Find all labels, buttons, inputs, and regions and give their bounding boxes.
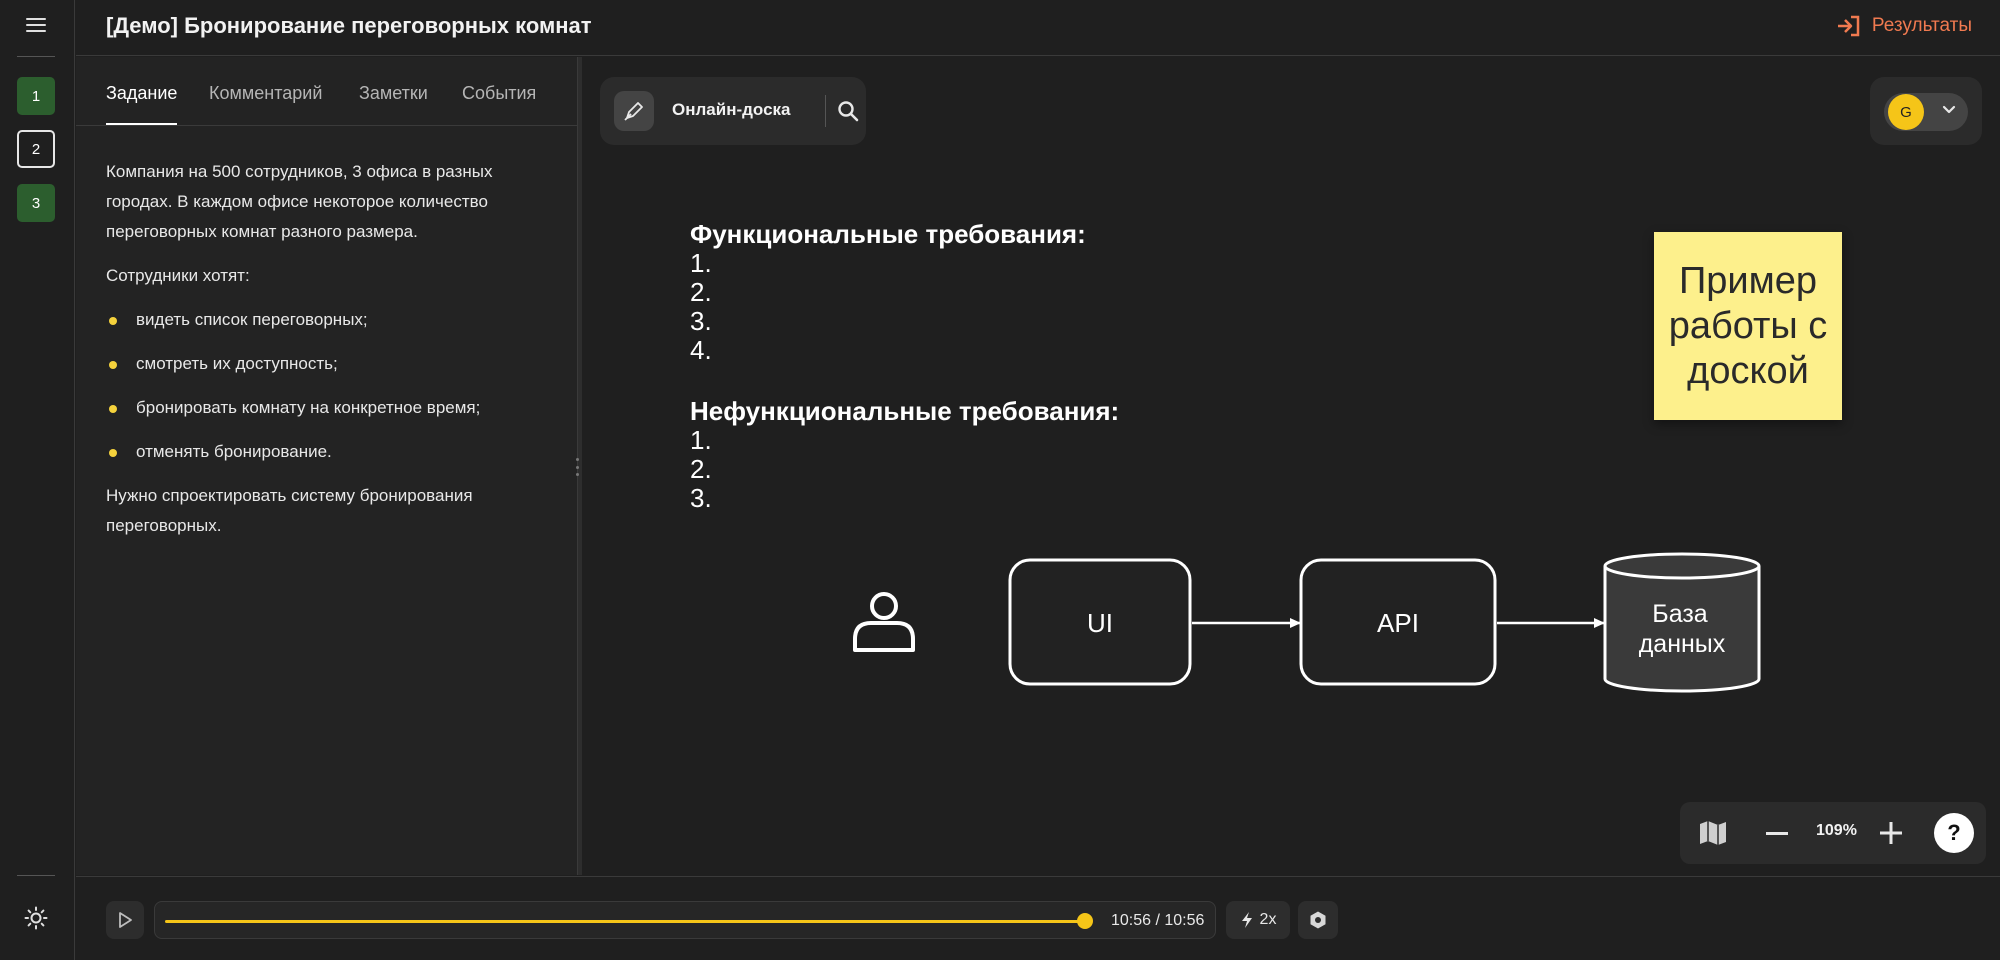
lightning-icon [1241,912,1252,928]
zoom-level: 109% [1816,822,1857,839]
speed-button[interactable]: 2x [1226,901,1290,939]
zoom-out-button[interactable] [1766,832,1788,835]
ui-node[interactable]: UI [1008,558,1192,686]
tab-events[interactable]: События [462,83,536,104]
help-button[interactable]: ? [1934,813,1974,853]
theme-toggle-sun-icon[interactable] [24,906,48,930]
task-wants: Сотрудники хотят: [106,266,250,285]
rail-divider-bottom [17,875,55,876]
tab-comment[interactable]: Комментарий [209,83,322,104]
list-item: бронировать комнату на конкретное время; [106,393,546,423]
whiteboard-canvas[interactable]: Онлайн-доска G Функциональные требования… [582,57,2000,875]
speed-label: 2x [1259,911,1277,928]
step-2[interactable]: 2 [17,130,55,168]
db-label-line2: данных [1639,630,1726,658]
list-item: смотреть их доступность; [106,349,546,379]
play-icon [119,912,132,928]
timeline-slider[interactable]: 10:56 / 10:56 [154,901,1216,939]
user-icon[interactable] [853,592,915,652]
task-outro: Нужно спроектировать систему бронировани… [106,486,473,535]
menu-icon[interactable] [26,18,46,34]
task-panel: Задание Комментарий Заметки События Комп… [76,57,578,875]
step-3[interactable]: 3 [17,184,55,222]
play-button[interactable] [106,901,144,939]
settings-button[interactable] [1298,901,1338,939]
timeline-handle[interactable] [1077,913,1093,929]
time-display: 10:56 / 10:56 [1111,912,1205,929]
tab-notes[interactable]: Заметки [359,83,428,104]
top-bar: [Демо] Бронирование переговорных комнат … [76,0,2000,56]
ui-label: UI [1087,608,1113,638]
db-label-line1: База [1652,600,1707,628]
requirements-list: видеть список переговорных; смотреть их … [106,305,546,467]
exit-arrow-icon [1837,15,1860,37]
tab-bar: Задание Комментарий Заметки События [76,57,578,126]
list-item: отменять бронирование. [106,437,546,467]
step-1[interactable]: 1 [17,77,55,115]
api-label: API [1377,608,1419,638]
hexagon-settings-icon [1310,911,1326,929]
left-rail: 1 2 3 [0,0,75,960]
results-button[interactable]: Результаты [1836,14,1972,38]
resize-handle-icon[interactable] [576,458,580,476]
database-node[interactable]: База данных [1603,552,1761,693]
timeline-progress [165,920,1085,923]
api-node[interactable]: API [1299,558,1497,686]
playback-bar: 10:56 / 10:56 2x [76,876,2000,960]
minimap-icon[interactable] [1698,819,1728,847]
results-label: Результаты [1871,15,1972,36]
architecture-diagram: UI API База данных [853,552,1761,693]
zoom-in-button[interactable] [1880,822,1902,844]
task-intro: Компания на 500 сотрудников, 3 офиса в р… [106,162,493,241]
zoom-controls: 109% ? [1680,802,1986,864]
task-description: Компания на 500 сотрудников, 3 офиса в р… [106,157,546,555]
page-title: [Демо] Бронирование переговорных комнат [106,13,592,38]
list-item: видеть список переговорных; [106,305,546,335]
rail-divider [17,56,55,57]
tab-task[interactable]: Задание [106,83,178,125]
